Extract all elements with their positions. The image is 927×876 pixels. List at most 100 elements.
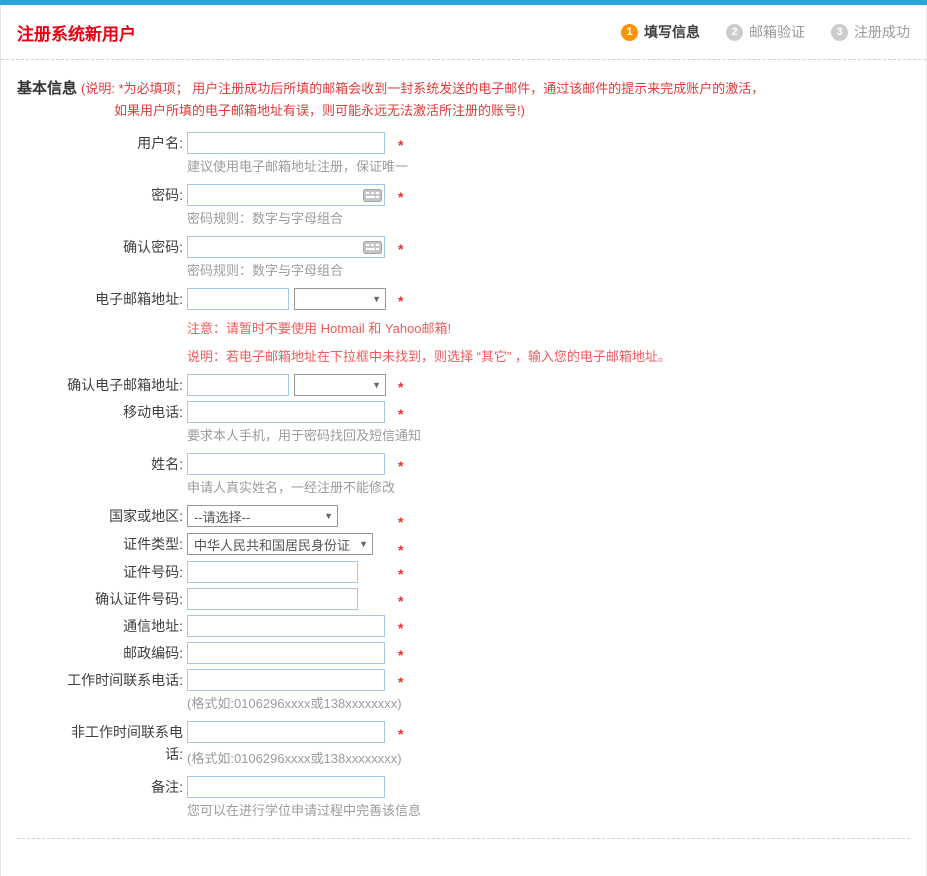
id-type-label: 证件类型: xyxy=(59,533,183,555)
soft-keyboard-icon[interactable] xyxy=(363,189,382,202)
remarks-hint: 您可以在进行学位申请过程中完善该信息 xyxy=(187,802,910,820)
work-phone-label: 工作时间联系电话: xyxy=(59,669,183,691)
progress-steps: 1 填写信息 2 邮箱验证 3 注册成功 xyxy=(621,22,910,42)
country-region-select[interactable]: --请选择-- ▼ xyxy=(187,505,338,527)
username-input[interactable] xyxy=(187,132,385,154)
required-asterisk: * xyxy=(398,566,403,582)
required-asterisk: * xyxy=(398,593,403,609)
mobile-phone-hint: 要求本人手机，用于密码找回及短信通知 xyxy=(187,427,910,445)
bottom-divider xyxy=(17,838,910,845)
field-row-email: 电子邮箱地址: ▼ * xyxy=(17,288,910,310)
country-region-label: 国家或地区: xyxy=(59,505,183,527)
section-note-line2: 如果用户所填的电子邮箱地址有误，则可能永远无法激活所注册的账号!) xyxy=(114,100,910,122)
mobile-phone-label: 移动电话: xyxy=(59,401,183,423)
username-hint: 建议使用电子邮箱地址注册，保证唯一 xyxy=(187,158,910,176)
confirm-email-label: 确认电子邮箱地址: xyxy=(59,374,183,396)
email-label: 电子邮箱地址: xyxy=(59,288,183,310)
field-row-full-name: 姓名: * xyxy=(17,453,910,475)
confirm-password-hint: 密码规则：数字与字母组合 xyxy=(187,262,910,280)
full-name-input[interactable] xyxy=(187,453,385,475)
field-row-work-phone: 工作时间联系电话: * xyxy=(17,669,910,691)
required-asterisk: * xyxy=(398,647,403,663)
required-asterisk: * xyxy=(398,293,403,309)
mobile-phone-input[interactable] xyxy=(187,401,385,423)
postal-code-label: 邮政编码: xyxy=(59,642,183,664)
confirm-id-number-input[interactable] xyxy=(187,588,358,610)
section-note-line1: (说明: *为必填项； 用户注册成功后所填的邮箱会收到一封系统发送的电子邮件，通… xyxy=(81,81,764,96)
nonwork-phone-label: 非工作时间联系电话: xyxy=(59,721,183,765)
required-asterisk: * xyxy=(398,514,403,530)
id-type-select[interactable]: 中华人民共和国居民身份证 ▼ xyxy=(187,533,373,555)
field-row-confirm-email: 确认电子邮箱地址: ▼ * xyxy=(17,374,910,396)
email-note-1: 注意：请暂时不要使用 Hotmail 和 Yahoo邮箱! xyxy=(187,320,910,338)
field-row-mobile-phone: 移动电话: * xyxy=(17,401,910,423)
remarks-input[interactable] xyxy=(187,776,385,798)
field-row-username: 用户名: * xyxy=(17,132,910,154)
required-asterisk: * xyxy=(398,137,403,153)
work-phone-input[interactable] xyxy=(187,669,385,691)
email-input[interactable] xyxy=(187,288,289,310)
section-title: 基本信息 xyxy=(17,80,77,97)
field-row-confirm-password: 确认密码: * xyxy=(17,236,910,258)
page-content: 基本信息 (说明: *为必填项； 用户注册成功后所填的邮箱会收到一封系统发送的电子… xyxy=(1,60,926,845)
field-row-password: 密码: * xyxy=(17,184,910,206)
required-asterisk: * xyxy=(398,620,403,636)
work-phone-hint: (格式如:0106296xxxx或138xxxxxxxx) xyxy=(187,695,910,713)
mailing-address-input[interactable] xyxy=(187,615,385,637)
email-select[interactable]: ▼ xyxy=(294,288,386,310)
required-asterisk: * xyxy=(398,241,403,257)
step-register-success: 3 注册成功 xyxy=(831,22,910,42)
registration-page: 注册系统新用户 1 填写信息 2 邮箱验证 3 注册成功 基本信息 (说明: *为… xyxy=(0,0,927,876)
password-hint: 密码规则：数字与字母组合 xyxy=(187,210,910,228)
confirm-id-number-label: 确认证件号码: xyxy=(59,588,183,610)
full-name-label: 姓名: xyxy=(59,453,183,475)
required-asterisk: * xyxy=(398,458,403,474)
confirm-email-select[interactable]: ▼ xyxy=(294,374,386,396)
confirm-email-input[interactable] xyxy=(187,374,289,396)
confirm-password-input[interactable] xyxy=(187,236,385,258)
required-asterisk: * xyxy=(398,542,403,558)
id-number-input[interactable] xyxy=(187,561,358,583)
required-asterisk: * xyxy=(398,406,403,422)
step-2-badge: 2 xyxy=(726,24,743,41)
field-row-id-number: 证件号码: * xyxy=(17,561,910,583)
password-label: 密码: xyxy=(59,184,183,206)
field-row-id-type: 证件类型: 中华人民共和国居民身份证 ▼ * xyxy=(17,533,910,555)
step-1-label: 填写信息 xyxy=(644,22,700,42)
email-note-2: 说明：若电子邮箱地址在下拉框中未找到，则选择 “其它” ，输入您的电子邮箱地址。 xyxy=(187,348,910,366)
page-header: 注册系统新用户 1 填写信息 2 邮箱验证 3 注册成功 xyxy=(1,5,926,60)
country-region-select-value: --请选择-- xyxy=(194,507,250,526)
username-label: 用户名: xyxy=(59,132,183,154)
step-2-label: 邮箱验证 xyxy=(749,22,805,42)
postal-code-input[interactable] xyxy=(187,642,385,664)
step-3-label: 注册成功 xyxy=(854,22,910,42)
chevron-down-icon: ▼ xyxy=(372,380,381,390)
mailing-address-label: 通信地址: xyxy=(59,615,183,637)
step-1-badge: 1 xyxy=(621,24,638,41)
password-input[interactable] xyxy=(187,184,385,206)
full-name-hint: 申请人真实姓名，一经注册不能修改 xyxy=(187,479,910,497)
soft-keyboard-icon[interactable] xyxy=(363,241,382,254)
required-asterisk: * xyxy=(398,674,403,690)
remarks-label: 备注: xyxy=(59,776,183,798)
nonwork-phone-input[interactable] xyxy=(187,721,385,743)
confirm-password-label: 确认密码: xyxy=(59,236,183,258)
field-row-country-region: 国家或地区: --请选择-- ▼ * xyxy=(17,505,910,527)
field-row-remarks: 备注: xyxy=(17,776,910,798)
chevron-down-icon: ▼ xyxy=(359,539,368,549)
page-title: 注册系统新用户 xyxy=(17,20,136,45)
required-asterisk: * xyxy=(398,189,403,205)
id-number-label: 证件号码: xyxy=(59,561,183,583)
field-row-mailing-address: 通信地址: * xyxy=(17,615,910,637)
section-header: 基本信息 (说明: *为必填项； 用户注册成功后所填的邮箱会收到一封系统发送的电子… xyxy=(17,78,910,100)
step-3-badge: 3 xyxy=(831,24,848,41)
field-row-confirm-id-number: 确认证件号码: * xyxy=(17,588,910,610)
chevron-down-icon: ▼ xyxy=(324,511,333,521)
step-fill-info: 1 填写信息 xyxy=(621,22,700,42)
step-email-verify: 2 邮箱验证 xyxy=(726,22,805,42)
field-row-nonwork-phone: 非工作时间联系电话:* xyxy=(17,721,910,765)
required-asterisk: * xyxy=(398,379,403,395)
registration-form: 用户名:*建议使用电子邮箱地址注册，保证唯一密码:*密码规则：数字与字母组合确认… xyxy=(17,132,910,820)
field-row-postal-code: 邮政编码: * xyxy=(17,642,910,664)
id-type-select-value: 中华人民共和国居民身份证 xyxy=(194,535,350,554)
